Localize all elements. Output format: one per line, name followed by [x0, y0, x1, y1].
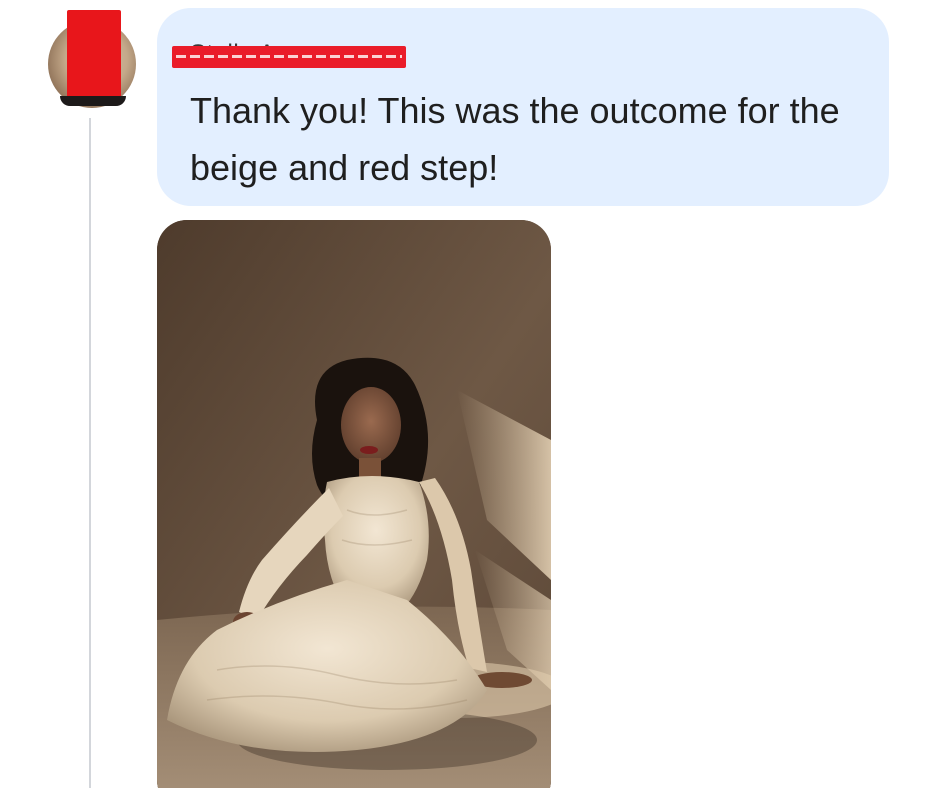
- attached-photo[interactable]: [157, 220, 551, 788]
- message-text: Thank you! This was the outcome for the …: [190, 90, 840, 188]
- sender-name-redaction-strike: [176, 55, 402, 58]
- avatar-shadow: [60, 96, 126, 106]
- avatar-redaction-block: [67, 10, 121, 102]
- photo-illustration: [157, 220, 551, 788]
- thread-connector-line: [89, 118, 91, 788]
- chat-thread: Stella A. Thank you! This was the outcom…: [0, 0, 940, 788]
